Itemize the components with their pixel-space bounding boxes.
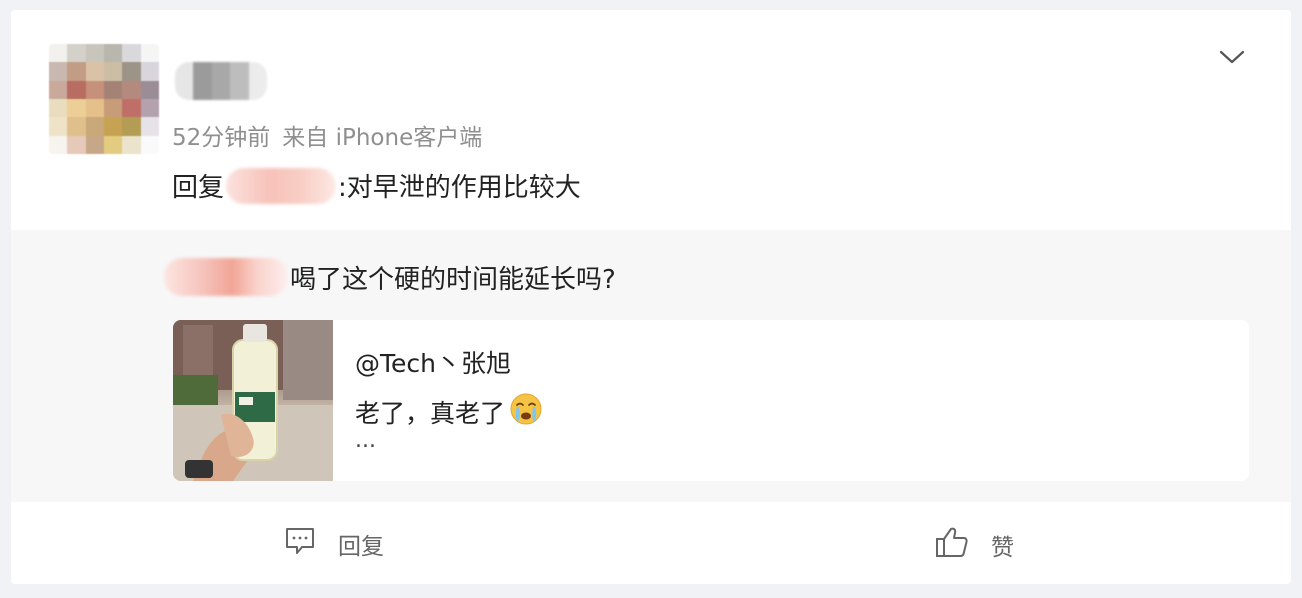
link-card-text: 老了，真老了 — [355, 392, 543, 432]
username[interactable] — [175, 62, 267, 100]
post-meta: 52分钟前 来自 iPhone客户端 — [172, 118, 482, 152]
reply-label: 回复 — [338, 534, 384, 560]
comment-icon — [284, 526, 338, 562]
quoted-text: 喝了这个硬的时间能延长吗? — [290, 264, 616, 295]
like-button[interactable]: 赞 — [935, 526, 1014, 564]
link-card-author: @Tech丶张旭 — [355, 349, 511, 378]
reply-button[interactable]: 回复 — [284, 526, 384, 562]
link-card[interactable]: @Tech丶张旭 老了，真老了 ... — [173, 320, 1249, 481]
link-card-text-content: 老了，真老了 — [355, 399, 506, 428]
crying-face-icon — [509, 392, 543, 432]
link-card-ellipsis: ... — [355, 428, 376, 453]
post-source: 来自 iPhone客户端 — [282, 125, 483, 151]
post-time: 52分钟前 — [172, 125, 271, 151]
quoted-user[interactable] — [164, 258, 288, 296]
quoted-comment: 喝了这个硬的时间能延长吗? — [162, 258, 616, 296]
action-bar: 回复 赞 — [11, 502, 1291, 584]
comment-text: 回复 :对早泄的作用比较大 — [172, 167, 581, 204]
quoted-section: 喝了这个硬的时间能延长吗? @Tech丶张旭 老了，真老了 ... — [11, 230, 1291, 502]
reply-prefix: 回复 — [172, 173, 225, 203]
chevron-down-icon[interactable] — [1219, 46, 1245, 68]
reply-content: :对早泄的作用比较大 — [338, 173, 581, 203]
comment-card: 52分钟前 来自 iPhone客户端 回复 :对早泄的作用比较大 喝了这个硬的时间… — [11, 10, 1291, 584]
avatar[interactable] — [49, 44, 159, 154]
thumbs-up-icon — [935, 526, 991, 564]
mentioned-user[interactable] — [226, 167, 337, 204]
like-label: 赞 — [991, 535, 1014, 561]
thumbnail-image — [173, 320, 333, 481]
